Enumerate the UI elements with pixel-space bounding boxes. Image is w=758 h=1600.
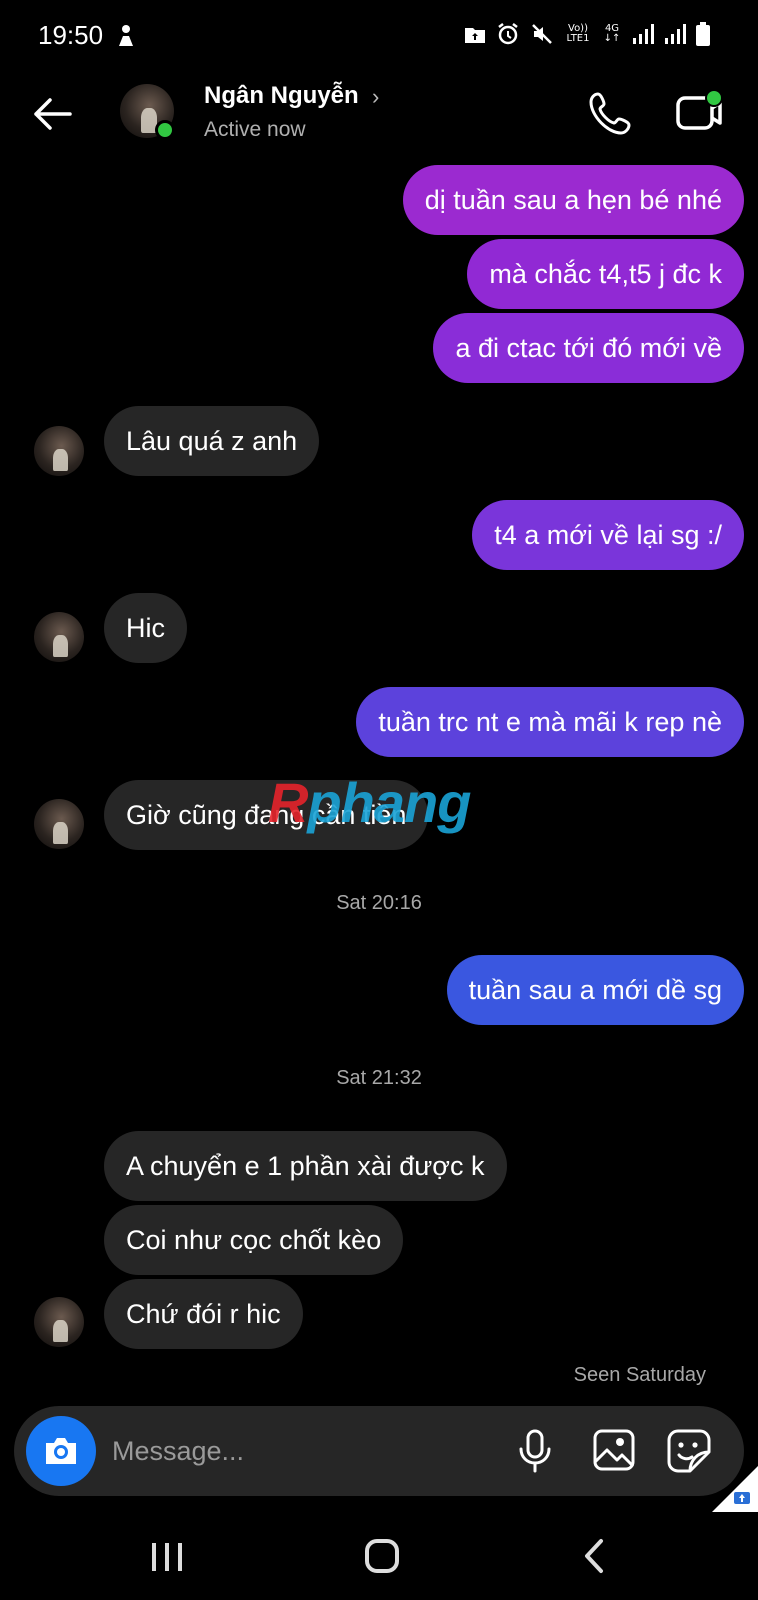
message-bubble-outgoing[interactable]: dị tuần sau a hẹn bé nhé [402,165,744,235]
sender-avatar[interactable] [34,799,84,849]
volte-indicator: Vo)) LTE1 [566,23,590,44]
accessibility-icon [119,25,133,46]
sender-avatar[interactable] [34,612,84,662]
gallery-button[interactable] [592,1428,636,1477]
arrow-left-icon [34,98,72,130]
4g-indicator: 4G ↓↑ [603,23,621,44]
seen-receipt: Seen Saturday [573,1364,706,1386]
message-bubble-incoming[interactable]: Chứ đói r hic [104,1279,303,1349]
status-bar: 19:50 Vo)) LTE1 4G ↓↑ [0,0,758,70]
back-nav-icon[interactable] [582,1538,606,1574]
sender-avatar[interactable] [34,1297,84,1347]
alarm-icon [498,23,518,45]
video-camera-icon [676,89,723,130]
sticker-button[interactable] [666,1428,712,1479]
timestamp: Sat 21:32 [336,1067,422,1089]
mute-icon [532,24,552,44]
message-bubble-incoming[interactable]: Lâu quá z anh [104,406,320,476]
camera-icon [46,1438,76,1464]
video-call-button[interactable] [674,88,726,136]
image-icon [593,1429,635,1471]
system-navigation-bar [0,1510,758,1600]
signal-icon [633,24,654,44]
chevron-right-icon[interactable]: › [372,84,379,110]
battery-icon [696,22,710,46]
message-bubble-incoming[interactable]: Coi như cọc chốt kèo [104,1205,404,1275]
contact-name[interactable]: Ngân Nguyễn [204,82,359,110]
back-button[interactable] [28,90,76,138]
conversation-header: Ngân Nguyễn › Active now [0,70,758,160]
recents-icon[interactable] [150,1540,184,1574]
status-icons: Vo)) LTE1 4G ↓↑ [464,22,710,46]
folder-upload-icon [465,28,485,43]
message-bubble-incoming[interactable]: A chuyển e 1 phần xài được k [104,1131,507,1201]
online-indicator [155,120,175,140]
sticker-icon [667,1429,711,1473]
sender-avatar[interactable] [34,426,84,476]
home-icon[interactable] [364,1538,400,1574]
message-bubble-outgoing[interactable]: t4 a mới về lại sg :/ [472,500,744,570]
message-bubble-outgoing[interactable]: tuần sau a mới dề sg [446,955,744,1025]
signal-2-icon [665,24,686,44]
timestamp: Sat 20:16 [336,892,422,914]
message-bubble-outgoing[interactable]: a đi ctac tới đó mới về [433,313,744,383]
microphone-icon [519,1429,551,1473]
message-bubble-outgoing[interactable]: mà chắc t4,t5 j đc k [467,239,744,309]
contact-status: Active now [204,118,306,141]
message-composer [14,1406,744,1496]
phone-icon [589,92,631,135]
watermark-logo: Rphang [268,771,471,834]
message-bubble-outgoing[interactable]: tuần trc nt e mà mãi k rep nè [356,687,744,757]
message-input[interactable] [112,1406,492,1496]
voice-message-button[interactable] [518,1429,552,1478]
voice-call-button[interactable] [588,88,636,136]
camera-button[interactable] [26,1416,96,1486]
floating-badge-icon[interactable] [712,1466,758,1512]
status-time: 19:50 [38,20,104,50]
message-bubble-incoming[interactable]: Hic [104,593,187,663]
